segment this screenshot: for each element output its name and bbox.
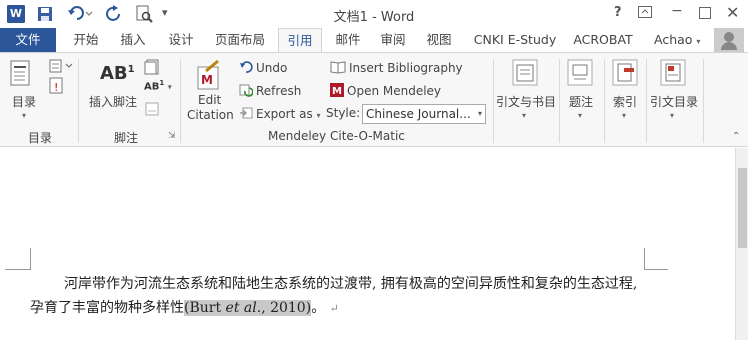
account-label: Achao: [654, 32, 693, 47]
help-icon[interactable]: ?: [614, 5, 622, 20]
show-notes-icon: [144, 101, 160, 120]
svg-text:M: M: [332, 86, 342, 97]
tab-cnki-estudy[interactable]: CNKI E-Study: [468, 28, 562, 52]
ribbon-display-options-icon[interactable]: [638, 6, 652, 21]
selected-citation[interactable]: (Burt et al., 2010): [184, 300, 312, 316]
tab-design[interactable]: 设计: [160, 28, 202, 52]
citations-dropdown-icon[interactable]: ▾: [522, 111, 526, 120]
tab-references[interactable]: 引用: [278, 28, 322, 53]
collapse-ribbon-icon[interactable]: ⌃: [732, 131, 740, 142]
insert-bibliography-button[interactable]: Insert Bibliography: [330, 60, 463, 77]
scrollbar-thumb[interactable]: [738, 168, 747, 248]
insert-footnote-icon[interactable]: AB1: [100, 63, 135, 84]
word-logo-icon: W: [7, 5, 25, 23]
citations-bibliography-button[interactable]: 引文与书目: [496, 93, 556, 110]
document-paragraph[interactable]: 河岸带作为河流生态系统和陆地生态系统的过渡带, 拥有极高的空间异质性和复杂的生态…: [30, 272, 650, 321]
citation-et-al: et al.: [225, 300, 262, 316]
table-of-contents-icon[interactable]: [8, 59, 34, 92]
export-icon: [239, 106, 253, 123]
table-of-authorities-button[interactable]: 引文目录: [650, 93, 698, 110]
refresh-icon: [239, 83, 254, 100]
group-mendeley-label: Mendeley Cite-O-Matic: [268, 129, 405, 143]
index-dropdown-icon[interactable]: ▾: [622, 111, 626, 120]
mendeley-refresh-button[interactable]: Refresh: [239, 83, 301, 100]
insert-footnote-button[interactable]: 插入脚注: [89, 93, 137, 110]
index-icon[interactable]: [611, 59, 639, 90]
citation-close: , 2010): [261, 300, 312, 316]
update-table-icon[interactable]: !: [48, 77, 66, 98]
tab-insert[interactable]: 插入: [112, 28, 154, 52]
tab-mailings[interactable]: 邮件: [328, 28, 368, 52]
tab-home[interactable]: 开始: [62, 28, 110, 52]
authorities-dropdown-icon[interactable]: ▾: [670, 111, 674, 120]
next-footnote-icon[interactable]: AB1 ▾: [144, 79, 172, 92]
citation-style-value: Chinese Journal...: [366, 107, 471, 121]
footnotes-launcher-icon[interactable]: ⇲: [168, 131, 176, 141]
tab-page-layout[interactable]: 页面布局: [208, 28, 272, 52]
vertical-scrollbar[interactable]: [735, 148, 748, 340]
tab-acrobat[interactable]: ACROBAT: [570, 28, 636, 52]
chevron-down-icon: ▾: [477, 109, 482, 118]
ab-icon-text: AB: [100, 63, 128, 84]
title-bar: W ▾ 文档1 - Word ? − ✕: [0, 0, 748, 28]
repeat-icon[interactable]: [104, 4, 124, 24]
group-toc-label: 目录: [28, 131, 53, 145]
index-button[interactable]: 索引: [613, 93, 637, 110]
table-of-authorities-icon[interactable]: [659, 59, 687, 90]
citation-open: (Burt: [184, 300, 226, 316]
edit-citation-line2[interactable]: Citation: [187, 108, 234, 122]
account-name[interactable]: Achao ▾: [654, 28, 700, 52]
margin-crop-mark-left: [5, 248, 31, 270]
bibliography-icon: [330, 60, 346, 77]
undo-arrow-icon: [239, 60, 253, 77]
mendeley-undo-button[interactable]: Undo: [239, 60, 287, 77]
margin-crop-mark-right: [644, 248, 668, 270]
minimize-icon[interactable]: −: [671, 3, 683, 19]
ribbon-references: 目录 ▾ ! 目录 AB1 插入脚注 AB1 ▾ 脚注 ⇲ M Edit Cit…: [0, 52, 748, 147]
undo-icon[interactable]: [66, 4, 94, 24]
group-footnotes-label: 脚注: [114, 131, 139, 145]
refresh-label: Refresh: [256, 84, 302, 98]
captions-button[interactable]: 题注: [569, 93, 593, 110]
undo-label: Undo: [256, 61, 288, 75]
citation-style-select[interactable]: Chinese Journal... ▾: [362, 104, 486, 124]
paragraph-mark-icon: ↵: [329, 302, 339, 315]
ribbon-tabs: 文件 开始 插入 设计 页面布局 引用 邮件 审阅 视图 CNKI E-Stud…: [0, 28, 748, 53]
customize-qat-icon[interactable]: ▾: [162, 6, 168, 19]
add-text-icon[interactable]: [48, 59, 74, 76]
mendeley-export-button[interactable]: Export as ▾: [239, 106, 321, 123]
print-preview-icon[interactable]: [134, 4, 156, 24]
citations-bibliography-icon[interactable]: [511, 59, 539, 90]
open-mendeley-button[interactable]: M Open Mendeley: [330, 83, 441, 100]
style-label: Style:: [326, 106, 361, 120]
insert-endnote-icon[interactable]: [144, 59, 160, 78]
open-mendeley-label: Open Mendeley: [347, 84, 442, 98]
tab-review[interactable]: 审阅: [372, 28, 414, 52]
close-icon[interactable]: ✕: [726, 3, 739, 22]
svg-text:M: M: [201, 73, 213, 87]
export-label: Export as: [256, 107, 313, 121]
svg-text:!: !: [54, 81, 58, 94]
tab-file[interactable]: 文件: [0, 28, 56, 52]
mendeley-logo-icon: M: [330, 83, 344, 100]
tab-view[interactable]: 视图: [418, 28, 460, 52]
toc-dropdown-icon[interactable]: ▾: [22, 111, 26, 120]
maximize-icon[interactable]: [699, 7, 711, 19]
toc-button[interactable]: 目录: [12, 93, 36, 110]
paragraph-end-punct: 。: [311, 300, 326, 316]
account-dropdown-icon: ▾: [696, 37, 701, 46]
edit-citation-icon[interactable]: M: [196, 59, 222, 94]
captions-dropdown-icon[interactable]: ▾: [578, 111, 582, 120]
insert-bibliography-label: Insert Bibliography: [349, 61, 463, 75]
captions-icon[interactable]: [566, 59, 594, 90]
save-icon[interactable]: [36, 5, 54, 23]
avatar[interactable]: [714, 28, 744, 52]
edit-citation-line1[interactable]: Edit: [198, 93, 221, 107]
